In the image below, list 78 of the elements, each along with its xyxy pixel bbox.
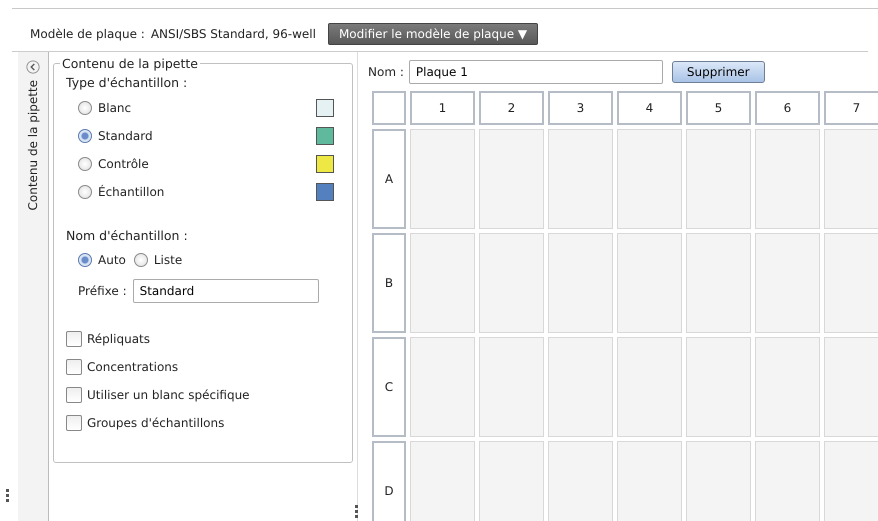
group-title: Contenu de la pipette [61, 56, 199, 71]
edit-plate-model-button[interactable]: Modifier le modèle de plaque ▼ [328, 23, 538, 45]
prefix-field[interactable]: Standard [132, 279, 319, 303]
well-cell[interactable] [479, 233, 544, 333]
well-cell[interactable] [548, 233, 613, 333]
side-tab[interactable]: Contenu de la pipette [26, 80, 40, 210]
well-cell[interactable] [617, 129, 682, 229]
row-header[interactable]: C [372, 337, 406, 437]
color-swatch[interactable] [316, 155, 334, 173]
column-header[interactable]: 1 [410, 91, 475, 125]
well-cell[interactable] [617, 337, 682, 437]
checkbox[interactable] [66, 331, 82, 347]
checkbox-label[interactable]: Groupes d'échantillons [87, 416, 224, 430]
column-header[interactable]: 4 [617, 91, 682, 125]
column-header[interactable]: 2 [479, 91, 544, 125]
well-cell[interactable] [755, 337, 820, 437]
checkbox-label[interactable]: Concentrations [87, 360, 178, 374]
corner-cell [372, 91, 406, 125]
checkbox-label[interactable]: Répliquats [87, 332, 150, 346]
name-label: Nom : [368, 65, 404, 79]
plate-model-label: Modèle de plaque : [30, 27, 145, 41]
checkbox-label[interactable]: Utiliser un blanc spécifique [87, 388, 250, 402]
well-cell[interactable] [410, 441, 475, 521]
delete-button[interactable]: Supprimer [672, 61, 765, 83]
collapse-icon[interactable] [26, 60, 40, 74]
radio-button[interactable] [78, 101, 92, 115]
well-cell[interactable] [410, 233, 475, 333]
column-header[interactable]: 3 [548, 91, 613, 125]
well-cell[interactable] [479, 129, 544, 229]
checkbox[interactable] [66, 359, 82, 375]
well-cell[interactable] [755, 441, 820, 521]
well-cell[interactable] [755, 129, 820, 229]
sample-name-label: Nom d'échantillon : [66, 228, 189, 243]
well-cell[interactable] [755, 233, 820, 333]
radio-button[interactable] [78, 129, 92, 143]
well-cell[interactable] [617, 233, 682, 333]
column-header[interactable]: 6 [755, 91, 820, 125]
sample-type-label: Type d'échantillon : [66, 75, 188, 90]
grip-icon[interactable] [6, 489, 10, 503]
color-swatch[interactable] [316, 183, 334, 201]
checkbox[interactable] [66, 387, 82, 403]
well-cell[interactable] [686, 233, 751, 333]
radio-label[interactable]: Standard [98, 129, 316, 143]
well-cell[interactable] [824, 337, 878, 437]
well-cell[interactable] [824, 233, 878, 333]
radio-label[interactable]: Blanc [98, 101, 316, 115]
radio-label[interactable]: Auto [98, 253, 126, 267]
color-swatch[interactable] [316, 99, 334, 117]
well-cell[interactable] [686, 337, 751, 437]
radio-button[interactable] [78, 157, 92, 171]
well-cell[interactable] [617, 441, 682, 521]
prefix-label: Préfixe : [78, 284, 127, 298]
well-cell[interactable] [410, 129, 475, 229]
radio-button[interactable] [78, 253, 92, 267]
well-cell[interactable] [824, 129, 878, 229]
row-header[interactable]: B [372, 233, 406, 333]
well-cell[interactable] [686, 441, 751, 521]
well-cell[interactable] [548, 337, 613, 437]
grip-icon[interactable] [355, 505, 359, 519]
well-cell[interactable] [479, 337, 544, 437]
row-header[interactable]: A [372, 129, 406, 229]
color-swatch[interactable] [316, 127, 334, 145]
radio-button[interactable] [134, 253, 148, 267]
column-header[interactable]: 5 [686, 91, 751, 125]
radio-label[interactable]: Contrôle [98, 157, 316, 171]
well-cell[interactable] [410, 337, 475, 437]
plate-model-value: ANSI/SBS Standard, 96-well [150, 27, 316, 41]
plate-name-field[interactable]: Plaque 1 [408, 60, 663, 84]
well-cell[interactable] [479, 441, 544, 521]
well-cell[interactable] [686, 129, 751, 229]
well-cell[interactable] [548, 441, 613, 521]
radio-button[interactable] [78, 185, 92, 199]
well-cell[interactable] [548, 129, 613, 229]
checkbox[interactable] [66, 415, 82, 431]
radio-label[interactable]: Liste [154, 253, 182, 267]
column-header[interactable]: 7 [824, 91, 878, 125]
radio-label[interactable]: Échantillon [98, 185, 316, 199]
row-header[interactable]: D [372, 441, 406, 521]
